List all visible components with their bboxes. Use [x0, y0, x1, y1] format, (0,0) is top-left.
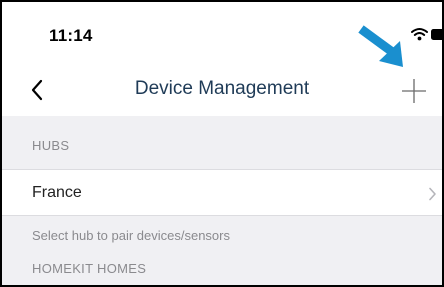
status-time: 11:14: [49, 26, 93, 45]
hubs-section-footer: Select hub to pair devices/sensors: [32, 228, 230, 243]
navigation-bar: Device Management: [2, 64, 442, 116]
hub-row-france[interactable]: France: [2, 169, 442, 216]
arrow-icon: [358, 25, 403, 67]
page-title: Device Management: [134, 78, 310, 99]
plus-icon[interactable]: [401, 78, 427, 104]
hub-label: France: [32, 184, 82, 201]
content-area: HUBS France Select hub to pair devices/s…: [2, 116, 442, 285]
homekit-section-header: HOMEKIT HOMES: [32, 261, 147, 276]
hubs-section-header: HUBS: [32, 138, 70, 153]
battery-icon: [431, 29, 442, 40]
phone-screen: 11:14 Device Management HUBS France Sele…: [0, 0, 444, 287]
chevron-right-icon: [429, 187, 436, 201]
wifi-icon: [411, 28, 428, 41]
